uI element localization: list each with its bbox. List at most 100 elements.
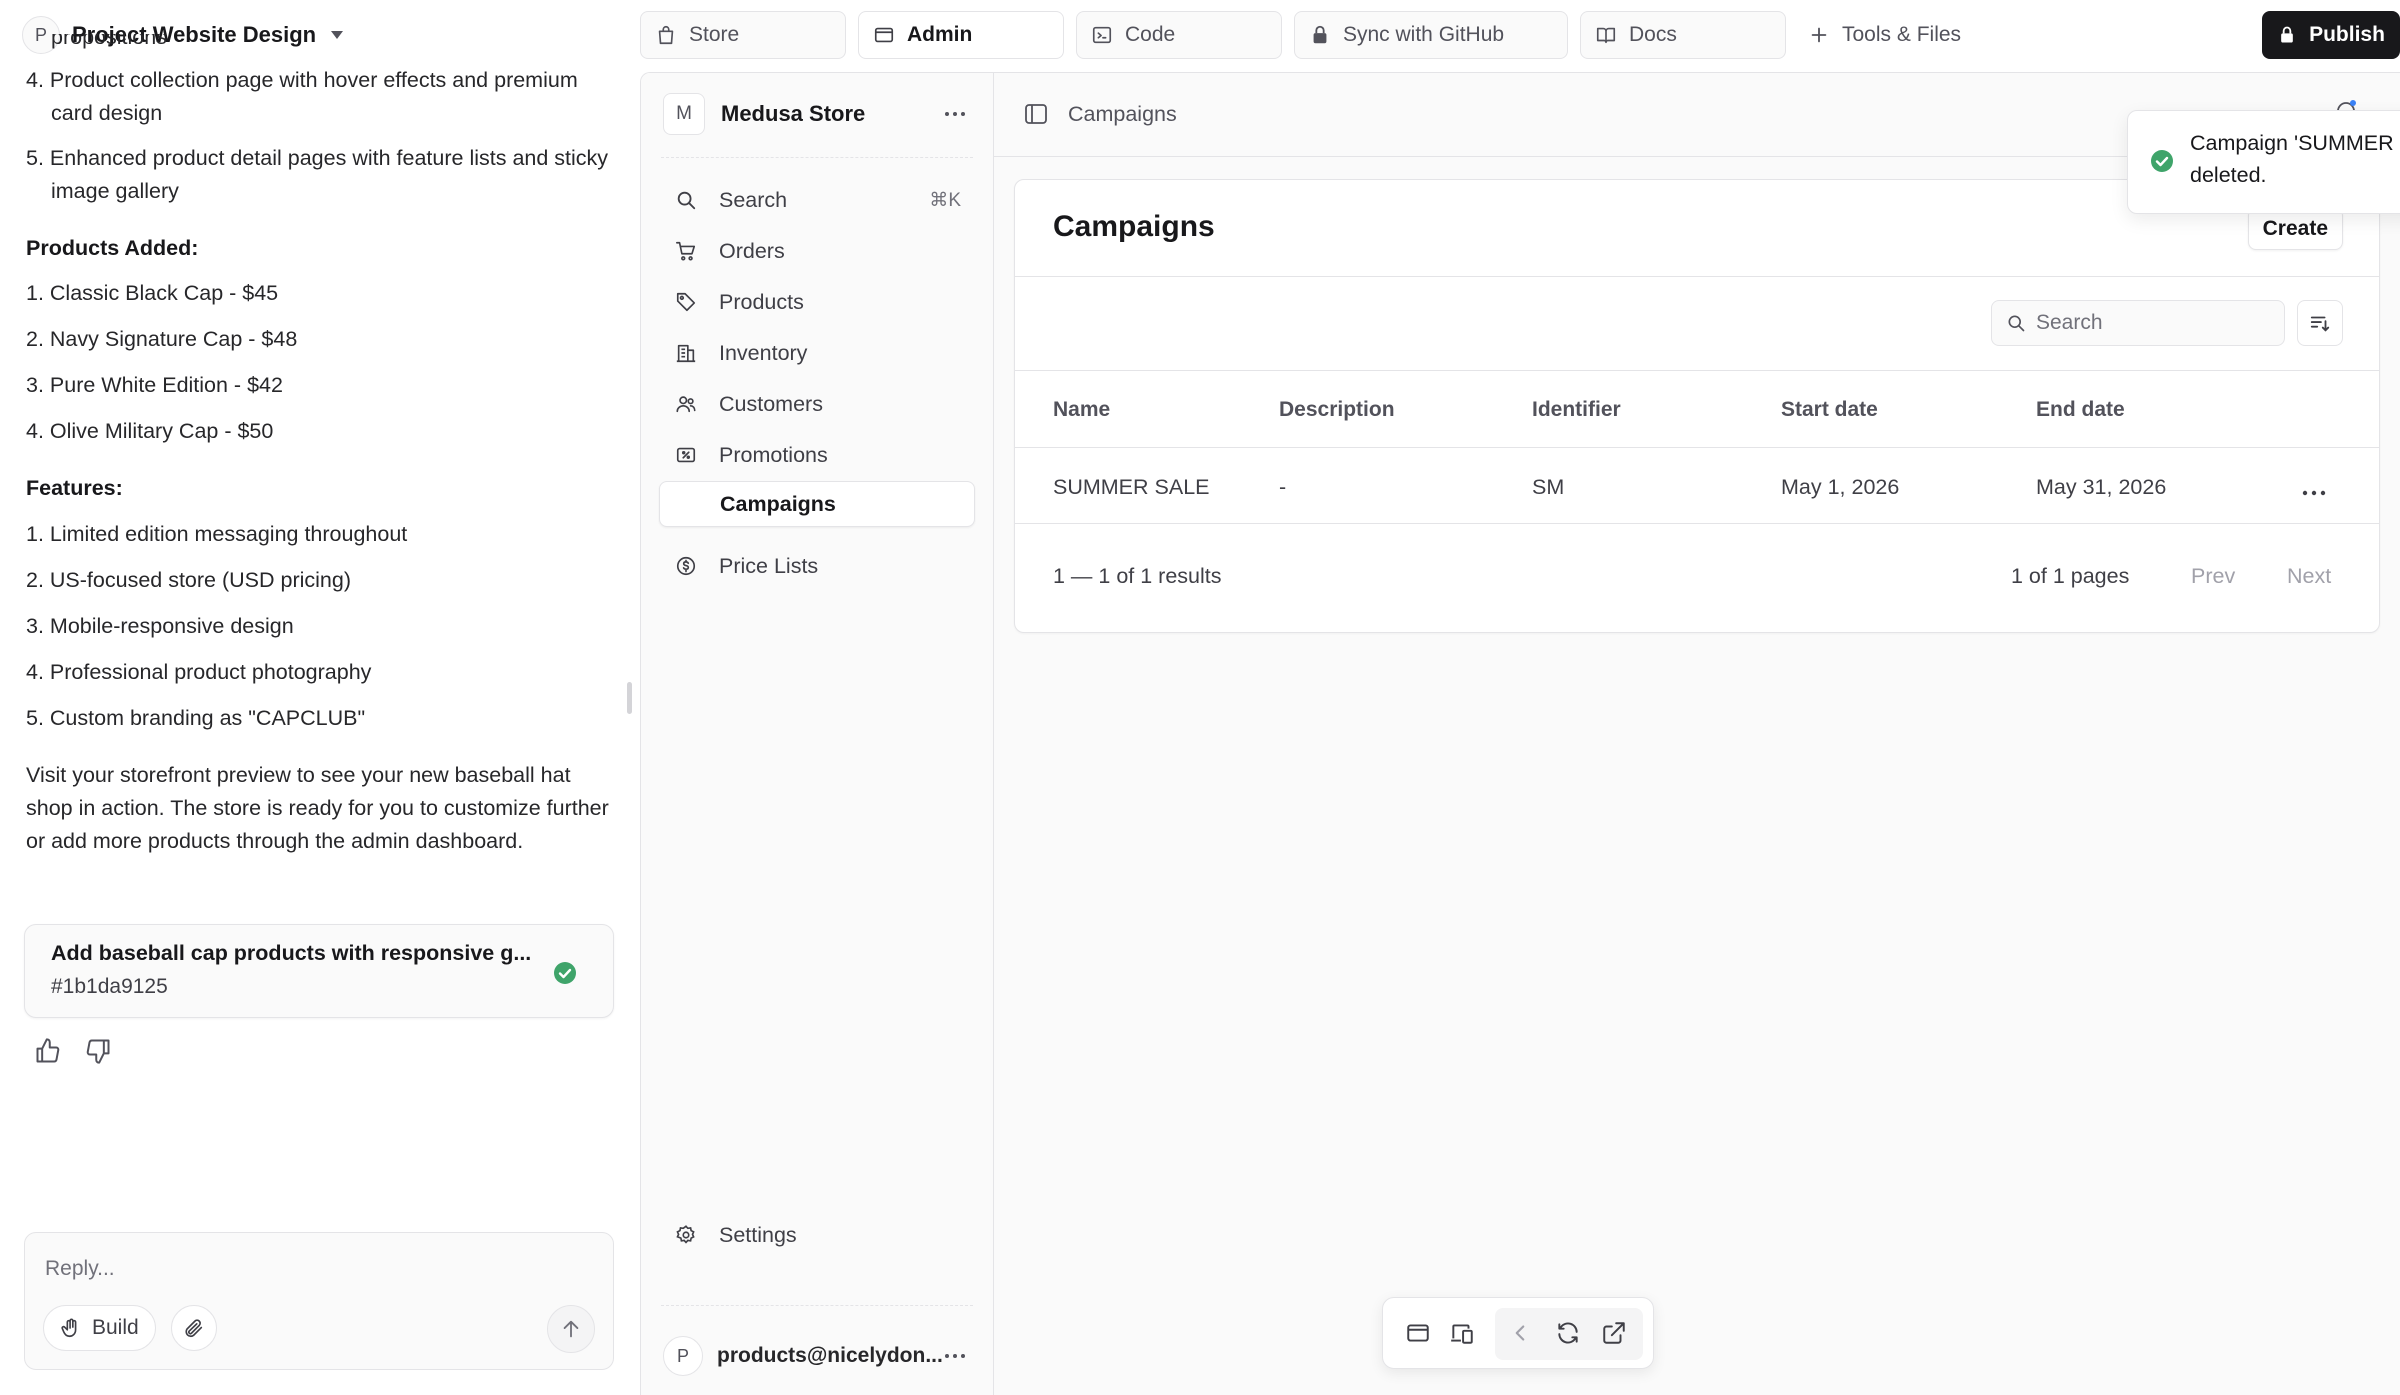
breadcrumb[interactable]: Campaigns xyxy=(1068,102,1177,127)
sidebar-item-orders[interactable]: Orders xyxy=(659,228,975,274)
build-button[interactable]: Build xyxy=(43,1305,156,1351)
thumbs-down-icon[interactable] xyxy=(84,1037,112,1065)
sidebar-item-label: Campaigns xyxy=(720,491,836,516)
store-avatar: M xyxy=(663,93,705,135)
divider xyxy=(661,157,973,158)
sidebar-item-promotions[interactable]: Promotions xyxy=(659,432,975,478)
attach-button[interactable] xyxy=(171,1305,217,1351)
sidebar-item-price-lists[interactable]: Price Lists xyxy=(659,543,975,589)
sidebar-toggle-icon[interactable] xyxy=(1024,103,1048,125)
window-icon xyxy=(874,27,894,43)
users-icon xyxy=(676,396,696,413)
features-heading: Features: xyxy=(26,476,123,500)
tools-files-button[interactable]: Tools & Files xyxy=(1808,11,1961,59)
desktop-view-icon[interactable] xyxy=(1405,1320,1431,1346)
send-button[interactable] xyxy=(547,1305,595,1353)
prev-button[interactable]: Prev xyxy=(2191,564,2235,589)
column-header[interactable]: Start date xyxy=(1781,398,1878,422)
sidebar-item-campaigns[interactable]: Campaigns xyxy=(659,481,975,527)
tab-code[interactable]: Code xyxy=(1076,11,1282,59)
divider xyxy=(1015,447,2379,448)
book-icon xyxy=(1596,27,1616,44)
building-icon xyxy=(676,344,696,363)
paperclip-icon xyxy=(185,1319,203,1338)
tab-label: Admin xyxy=(907,23,973,46)
divider xyxy=(661,1305,973,1306)
column-header[interactable]: End date xyxy=(2036,398,2125,422)
external-link-icon[interactable] xyxy=(1601,1320,1627,1346)
feature-item: 4. Product collection page with hover ef… xyxy=(26,68,578,125)
chat-message: propositions 4. Product collection page … xyxy=(26,34,616,858)
sidebar-item-label: Search xyxy=(719,187,788,212)
sidebar-item-settings[interactable]: Settings xyxy=(659,1212,975,1258)
sidebar-item-label: Orders xyxy=(719,238,785,263)
more-horizontal-icon[interactable] xyxy=(943,105,967,123)
user-email: products@nicelydon... xyxy=(717,1344,943,1367)
next-button[interactable]: Next xyxy=(2287,564,2331,589)
store-switcher[interactable]: M Medusa Store xyxy=(663,93,973,135)
check-circle-icon xyxy=(2151,150,2173,172)
shopping-bag-icon xyxy=(658,25,674,45)
sidebar-item-label: Customers xyxy=(719,391,823,416)
tab-label: Docs xyxy=(1629,23,1677,46)
create-button[interactable]: Create xyxy=(2247,208,2343,250)
gear-icon xyxy=(676,1225,695,1244)
sidebar-item-products[interactable]: Products xyxy=(659,279,975,325)
publish-button[interactable]: Publish xyxy=(2262,11,2400,59)
chat-cut-line: propositions xyxy=(51,34,167,49)
column-header[interactable]: Description xyxy=(1279,398,1395,422)
divider xyxy=(1015,370,2379,371)
user-menu[interactable]: P products@nicelydon... xyxy=(663,1335,973,1377)
responsive-view-icon[interactable] xyxy=(1449,1320,1475,1346)
search-icon xyxy=(2008,315,2025,332)
results-count: 1 — 1 of 1 results xyxy=(1053,564,1222,588)
chevron-left-icon[interactable] xyxy=(1507,1320,1533,1346)
reply-box[interactable]: Reply... Build xyxy=(24,1232,614,1370)
divider xyxy=(1015,523,2379,524)
column-header[interactable]: Name xyxy=(1053,398,1110,422)
cell-description: - xyxy=(1279,475,1287,499)
sidebar-item-inventory[interactable]: Inventory xyxy=(659,330,975,376)
toast-notification: Campaign 'SUMMER SALE' was successfully … xyxy=(2127,110,2400,214)
cell-end-date: May 31, 2026 xyxy=(2036,475,2167,499)
more-horizontal-icon[interactable] xyxy=(2301,484,2327,502)
search-placeholder: Search xyxy=(2036,311,2103,334)
toast-message: Campaign 'SUMMER SALE' was successfully … xyxy=(2190,131,2400,187)
currency-dollar-icon xyxy=(676,556,696,576)
sidebar-item-label: Products xyxy=(719,289,804,314)
tag-icon xyxy=(676,292,696,312)
thumbs-up-icon[interactable] xyxy=(34,1037,62,1065)
check-circle-icon xyxy=(554,962,576,984)
lock-icon xyxy=(2281,26,2293,43)
sidebar-item-label: Inventory xyxy=(719,340,808,365)
refresh-icon[interactable] xyxy=(1555,1320,1581,1346)
commit-title: Add baseball cap products with responsiv… xyxy=(51,941,532,965)
feature-item: 5. Custom branding as "CAPCLUB" xyxy=(26,706,366,730)
tab-label: Code xyxy=(1125,23,1176,46)
tab-sync-github[interactable]: Sync with GitHub xyxy=(1294,11,1568,59)
sort-button[interactable] xyxy=(2297,300,2343,346)
tab-store[interactable]: Store xyxy=(640,11,846,59)
sidebar-item-customers[interactable]: Customers xyxy=(659,381,975,427)
hand-icon xyxy=(61,1318,77,1338)
tab-docs[interactable]: Docs xyxy=(1580,11,1786,59)
terminal-icon xyxy=(1092,26,1112,44)
sidebar-item-search[interactable]: Search ⌘K xyxy=(659,177,975,223)
tab-admin[interactable]: Admin xyxy=(858,11,1064,59)
page-title: Campaigns xyxy=(1053,210,1215,243)
panel-resize-handle[interactable] xyxy=(627,682,632,714)
feature-item: 5. Enhanced product detail pages with fe… xyxy=(26,146,609,203)
sidebar-item-label: Settings xyxy=(719,1222,797,1247)
feature-item: 2. US-focused store (USD pricing) xyxy=(26,568,351,592)
feature-item: 3. Mobile-responsive design xyxy=(26,614,294,638)
search-input[interactable]: Search xyxy=(1991,300,2285,346)
sidebar-item-label: Price Lists xyxy=(719,553,819,578)
sort-icon xyxy=(2310,316,2330,332)
commit-card[interactable]: Add baseball cap products with responsiv… xyxy=(24,924,614,1018)
reply-input[interactable]: Reply... xyxy=(45,1257,115,1281)
more-horizontal-icon[interactable] xyxy=(943,1347,967,1365)
column-header[interactable]: Identifier xyxy=(1532,398,1621,422)
lock-icon xyxy=(1313,25,1327,44)
product-item: 3. Pure White Edition - $42 xyxy=(26,373,283,397)
cart-icon xyxy=(676,241,696,261)
